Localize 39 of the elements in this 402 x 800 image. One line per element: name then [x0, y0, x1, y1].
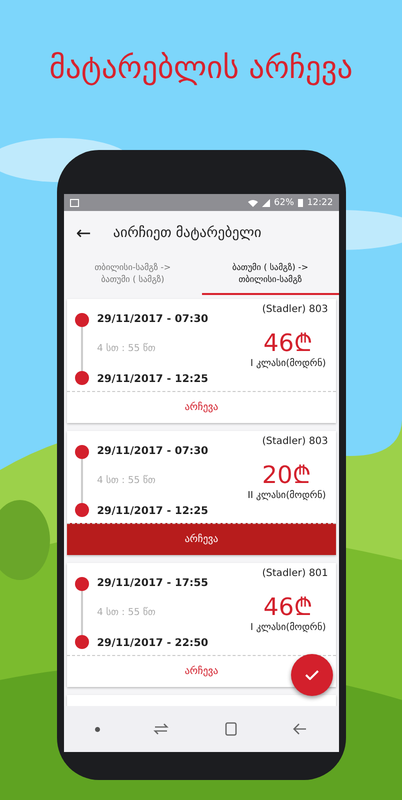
arrival-time: 29/11/2017 - 22:50	[97, 636, 208, 648]
image-icon	[70, 198, 79, 206]
timeline-drawing	[75, 576, 89, 648]
screen-title: აირჩიეთ მატარებელი	[113, 225, 262, 241]
price: 46₾	[263, 328, 313, 358]
class-label: I კლასი(მოდრნ)	[250, 358, 326, 369]
wifi-icon	[248, 198, 258, 206]
departure-time: 29/11/2017 - 07:30	[97, 312, 208, 324]
select-button[interactable]: არჩევა	[67, 523, 336, 555]
recent-apps-icon[interactable]	[153, 721, 170, 737]
battery-percent: 62%	[274, 198, 294, 208]
check-icon	[305, 670, 319, 680]
dot-icon	[94, 726, 100, 732]
signal-icon	[262, 198, 270, 206]
route-tab[interactable]: თბილისი-სამგზ -> ბათუმი ( სამგზ)	[64, 255, 202, 295]
departure-time: 29/11/2017 - 17:55	[97, 576, 208, 588]
page-title: მატარებლის არჩევა	[49, 50, 353, 88]
train-name: (Stadler) 801	[262, 568, 328, 579]
back-icon[interactable]	[292, 721, 308, 737]
price: 46₾	[263, 592, 313, 622]
train-name: (Stadler) 803	[262, 304, 328, 315]
arrival-time: 29/11/2017 - 12:25	[97, 372, 208, 384]
route-tab[interactable]: ბათუმი ( სამგზ) -> თბილისი-სამგზ	[202, 255, 339, 295]
duration: 4 სთ : 55 წთ	[97, 475, 157, 486]
arrival-time: 29/11/2017 - 12:25	[97, 504, 208, 516]
departure-time: 29/11/2017 - 07:30	[97, 444, 208, 456]
class-label: I კლასი(მოდრნ)	[250, 622, 326, 633]
back-button[interactable]: ←	[76, 222, 92, 244]
class-label: II კლასი(მოდრნ)	[248, 490, 326, 501]
train-name: (Stadler) 803	[262, 436, 328, 447]
timeline-drawing	[75, 312, 89, 384]
duration: 4 სთ : 55 წთ	[97, 607, 157, 618]
battery-icon	[298, 198, 304, 207]
select-button[interactable]: არჩევა	[67, 391, 336, 423]
timeline-drawing	[75, 444, 89, 516]
home-icon[interactable]	[222, 721, 239, 737]
duration: 4 სთ : 55 წთ	[97, 343, 157, 354]
clock: 12:22	[307, 198, 333, 208]
price: 20₾	[262, 460, 312, 490]
